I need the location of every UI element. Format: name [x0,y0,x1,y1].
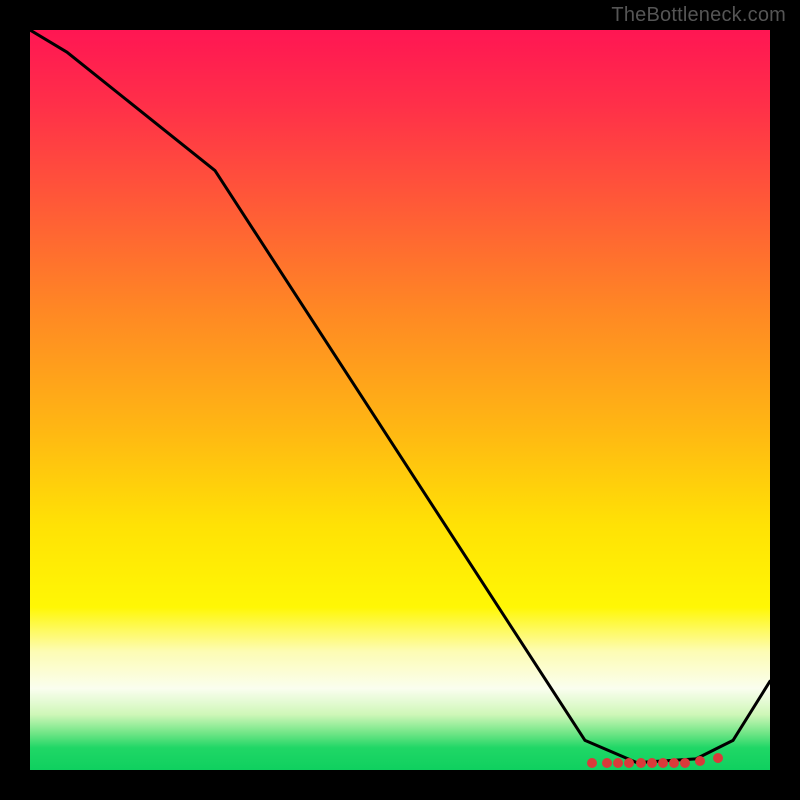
plot-area [30,30,770,770]
marker-layer [30,30,770,770]
data-marker [613,758,623,768]
data-marker [624,758,634,768]
attribution-text: TheBottleneck.com [611,4,786,27]
data-marker [602,758,612,768]
data-marker [647,758,657,768]
chart-container: TheBottleneck.com [0,0,800,800]
data-marker [658,758,668,768]
data-marker [587,758,597,768]
data-marker [636,758,646,768]
data-marker [669,758,679,768]
data-marker [680,758,690,768]
data-marker [695,756,705,766]
data-marker [713,753,723,763]
